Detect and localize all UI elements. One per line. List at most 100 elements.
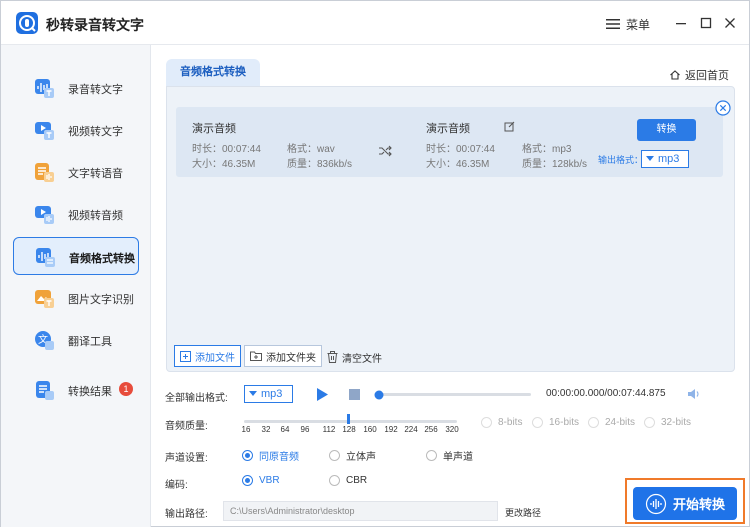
results-icon [36, 381, 54, 400]
maximize-button[interactable] [698, 15, 714, 31]
menu-label: 菜单 [626, 17, 651, 32]
channel-label: 声道设置: [165, 453, 208, 464]
start-convert-button[interactable]: 开始转换 [633, 487, 737, 520]
clear-files-button[interactable]: 清空文件 [327, 349, 382, 365]
playback-knob[interactable] [374, 390, 384, 400]
remove-file-icon[interactable] [715, 100, 731, 116]
quality-tick: 192 [384, 425, 398, 434]
source-format: 格式：wav [287, 144, 335, 155]
bits-24-radio[interactable]: 24-bits [588, 417, 635, 428]
quality-track[interactable] [244, 420, 457, 423]
clear-files-label: 清空文件 [342, 353, 382, 365]
sidebar-item-text-to-speech[interactable]: 文字转语音 [13, 153, 139, 191]
encoding-vbr-radio[interactable]: VBR [242, 475, 280, 486]
add-folder-button[interactable]: 添加文件夹 [244, 345, 322, 367]
quality-tick: 256 [424, 425, 438, 434]
time-display: 00:00:00.000/00:07:44.875 [546, 388, 666, 399]
target-quality: 质量：128kb/s [522, 159, 588, 170]
channel-stereo-radio[interactable]: 立体声 [329, 448, 376, 463]
add-folder-label: 添加文件夹 [266, 352, 316, 364]
source-file-name: 演示音频 [192, 123, 236, 135]
hamburger-icon [606, 19, 620, 29]
text-to-speech-icon [35, 163, 54, 182]
bits-32-radio[interactable]: 32-bits [644, 417, 691, 428]
play-icon[interactable] [317, 388, 328, 401]
caret-down-icon [646, 156, 654, 161]
output-format-label: 输出格式： [598, 155, 644, 165]
sidebar-item-audio-format[interactable]: 音频格式转换 [13, 237, 139, 275]
menu-button[interactable]: 菜单 [606, 16, 650, 32]
volume-icon[interactable] [687, 388, 701, 400]
sidebar-item-audio-to-text[interactable]: 录音转文字 [13, 69, 139, 107]
channel-mono-radio[interactable]: 单声道 [426, 448, 473, 463]
audio-to-text-icon [35, 79, 54, 98]
sidebar-item-video-to-audio[interactable]: 视频转音频 [13, 195, 139, 233]
sidebar-item-translate[interactable]: 文 翻译工具 [13, 321, 139, 359]
output-path-label: 输出路径: [165, 509, 208, 520]
sidebar-item-label: 视频转文字 [68, 126, 123, 138]
all-format-select[interactable]: mp3 [244, 385, 293, 403]
convert-button[interactable]: 转换 [637, 119, 696, 141]
playback-track[interactable] [378, 393, 531, 396]
audio-format-icon [36, 248, 55, 267]
minimize-button[interactable] [673, 15, 689, 31]
home-link-label: 返回首页 [685, 70, 729, 82]
output-format-value: mp3 [658, 153, 680, 165]
quality-tick: 224 [404, 425, 418, 434]
trash-icon [327, 351, 338, 363]
translate-icon: 文 [35, 331, 54, 350]
encoding-label: 编码: [165, 480, 188, 491]
title-bar: 秒转录音转文字 菜单 [1, 1, 749, 45]
sidebar-item-label: 转换结果 [68, 386, 112, 398]
waveform-icon [645, 493, 667, 514]
home-link[interactable]: 返回首页 [669, 67, 729, 83]
app-logo-icon [16, 12, 38, 34]
all-format-label: 全部输出格式: [165, 393, 228, 404]
home-icon [670, 70, 680, 80]
sidebar-item-label: 录音转文字 [68, 84, 123, 96]
change-path-link[interactable]: 更改路径 [505, 506, 541, 519]
encoding-cbr-radio[interactable]: CBR [329, 475, 367, 486]
close-window-button[interactable] [722, 15, 738, 31]
channel-original-radio[interactable]: 同原音频 [242, 448, 299, 463]
sidebar-item-video-to-text[interactable]: 视频转文字 [13, 111, 139, 149]
shuffle-icon [379, 145, 392, 157]
app-title: 秒转录音转文字 [46, 17, 144, 33]
bits-16-radio[interactable]: 16-bits [532, 417, 579, 428]
quality-tick: 16 [241, 425, 251, 434]
output-path-field[interactable]: C:\Users\Administrator\desktop [223, 501, 498, 521]
video-to-audio-icon [35, 206, 54, 224]
folder-icon [250, 351, 262, 361]
source-duration: 时长：00:07:44 [192, 144, 261, 155]
output-format-select[interactable]: mp3 [641, 150, 689, 168]
source-quality: 质量：836kb/s [287, 159, 353, 170]
sidebar: 录音转文字 视频转文字 文字转语音 视频转音频 音频格式转换 图片文字识别 文 … [1, 45, 151, 527]
sidebar-item-label: 视频转音频 [68, 210, 123, 222]
quality-tick: 32 [261, 425, 271, 434]
target-file-name: 演示音频 [426, 123, 470, 135]
results-badge: 1 [119, 382, 133, 396]
target-format: 格式：mp3 [522, 144, 572, 155]
stop-icon[interactable] [349, 389, 360, 400]
image-ocr-icon [35, 290, 54, 308]
quality-tick: 160 [363, 425, 377, 434]
caret-down-icon [249, 391, 257, 396]
add-file-button[interactable]: 添加文件 [174, 345, 241, 367]
all-format-value: mp3 [261, 388, 283, 400]
quality-tick: 112 [322, 425, 336, 434]
quality-tick: 320 [445, 425, 459, 434]
target-size: 大小：46.35M [426, 159, 490, 170]
edit-icon[interactable] [504, 121, 515, 132]
sidebar-item-image-ocr[interactable]: 图片文字识别 [13, 279, 139, 317]
quality-label: 音频质量: [165, 421, 208, 432]
sidebar-item-results[interactable]: 转换结果 1 [13, 371, 139, 409]
quality-tick: 96 [300, 425, 310, 434]
quality-tick: 128 [342, 425, 356, 434]
quality-tick: 64 [280, 425, 290, 434]
add-file-label: 添加文件 [195, 352, 235, 364]
source-size: 大小：46.35M [192, 159, 256, 170]
bits-8-radio[interactable]: 8-bits [481, 417, 522, 428]
sidebar-item-label: 翻译工具 [68, 336, 112, 348]
quality-marker[interactable] [347, 414, 350, 424]
tab-audio-format[interactable]: 音频格式转换 [166, 59, 260, 86]
